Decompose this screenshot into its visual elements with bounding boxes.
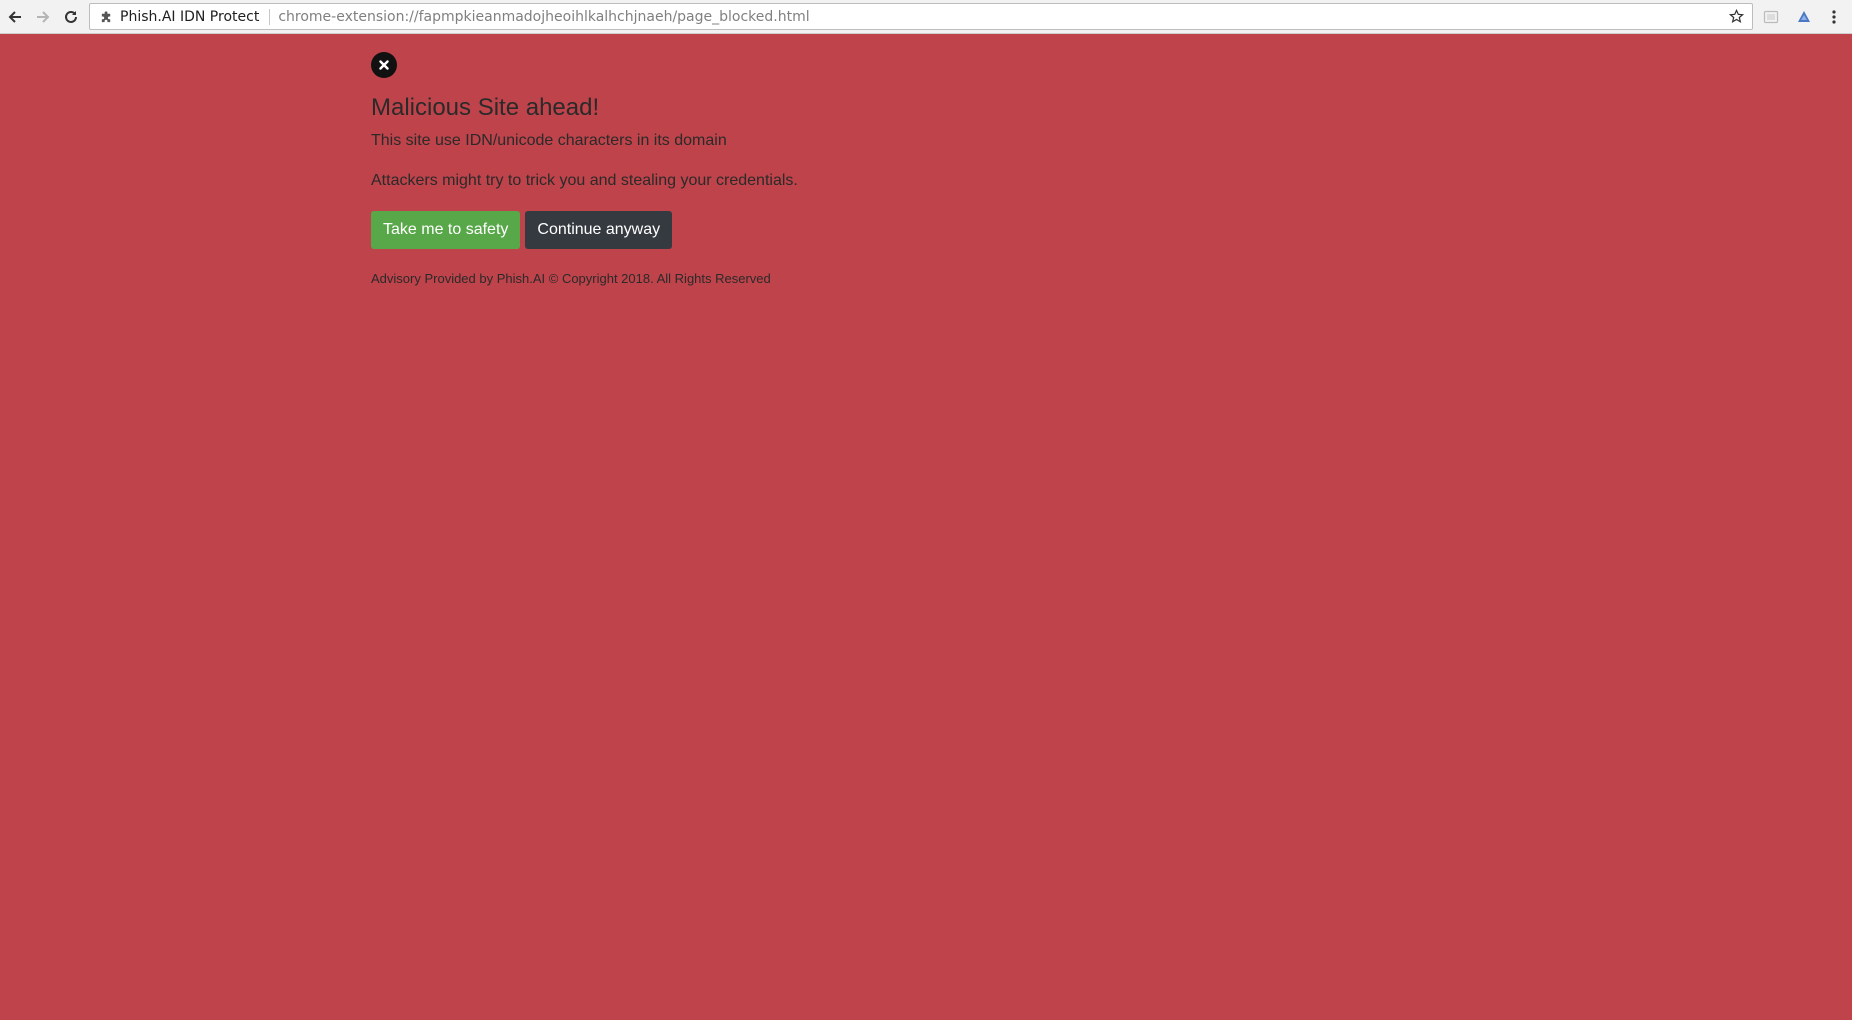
kebab-menu-icon bbox=[1832, 10, 1836, 24]
warning-description: This site use IDN/unicode characters in … bbox=[371, 132, 727, 149]
address-bar[interactable]: Phish.AI IDN Protect chrome-extension://… bbox=[89, 3, 1753, 30]
forward-button[interactable] bbox=[30, 4, 56, 30]
warning-detail: Attackers might try to trick you and ste… bbox=[371, 172, 798, 189]
browser-toolbar: Phish.AI IDN Protect chrome-extension://… bbox=[0, 0, 1852, 34]
extension-button[interactable] bbox=[1759, 5, 1783, 29]
advisory-footer: Advisory Provided by Phish.AI © Copyrigh… bbox=[371, 271, 771, 286]
blocked-page: Malicious Site ahead! This site use IDN/… bbox=[0, 34, 1852, 1020]
take-me-to-safety-button[interactable]: Take me to safety bbox=[371, 211, 521, 249]
star-icon[interactable] bbox=[1724, 5, 1748, 29]
reload-button[interactable] bbox=[58, 4, 84, 30]
extension-icon bbox=[1763, 10, 1779, 24]
close-icon bbox=[371, 52, 397, 78]
continue-anyway-button[interactable]: Continue anyway bbox=[525, 211, 673, 249]
drive-icon bbox=[1798, 11, 1810, 22]
warning-content: Malicious Site ahead! This site use IDN/… bbox=[371, 52, 1271, 286]
drive-extension-button[interactable] bbox=[1792, 5, 1816, 29]
site-name: Phish.AI IDN Protect bbox=[120, 8, 260, 25]
forward-arrow-icon bbox=[37, 11, 50, 23]
back-arrow-icon bbox=[8, 11, 21, 23]
action-buttons: Take me to safety Continue anyway bbox=[371, 211, 1271, 249]
back-button[interactable] bbox=[2, 4, 28, 30]
reload-icon bbox=[65, 10, 77, 23]
browser-menu-button[interactable] bbox=[1822, 5, 1846, 29]
puzzle-piece-icon bbox=[99, 10, 113, 24]
warning-heading: Malicious Site ahead! bbox=[371, 94, 600, 121]
address-separator bbox=[269, 8, 271, 25]
url-text[interactable]: chrome-extension://fapmpkieanmadojheoihl… bbox=[278, 9, 1724, 25]
